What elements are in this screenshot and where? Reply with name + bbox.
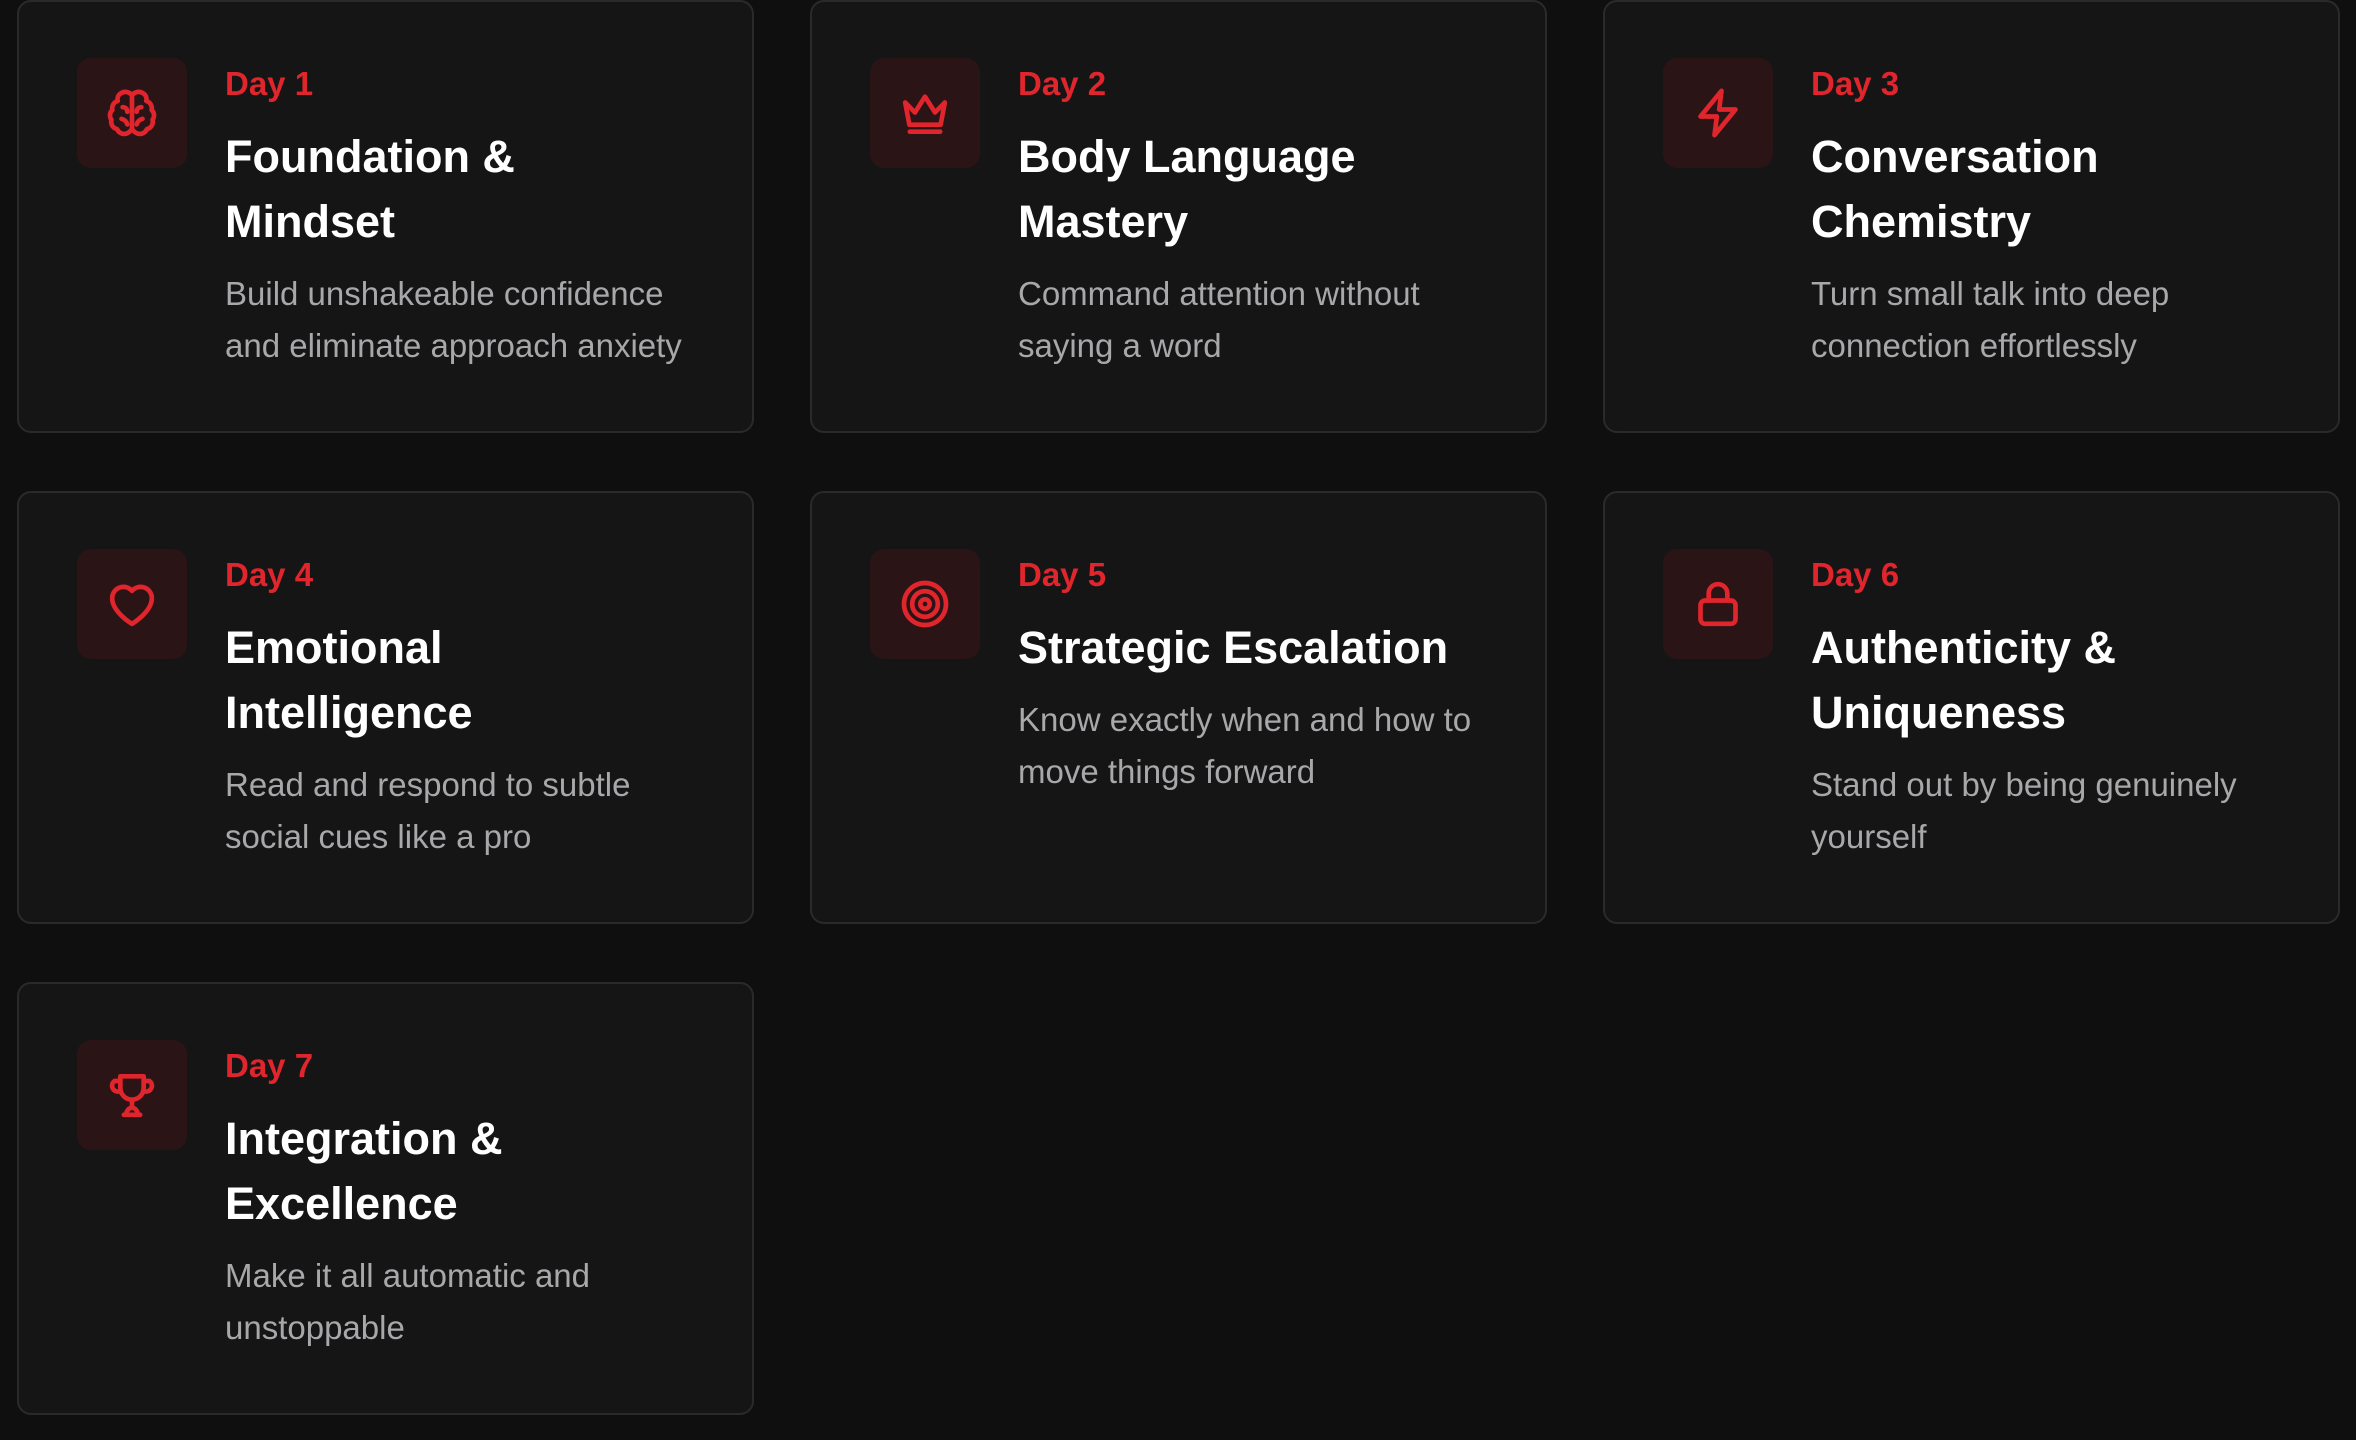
heart-icon: [109, 584, 155, 627]
card-title: Strategic Escalation: [1018, 622, 1449, 673]
card-content: Day 6 Authenticity & Uniqueness Stand ou…: [1811, 553, 2278, 863]
card-content: Day 7 Integration & Excellence Make it a…: [225, 1044, 692, 1354]
day-card-6: Day 6 Authenticity & Uniqueness Stand ou…: [1603, 491, 2340, 924]
card-title: Conversation Chemistry: [1811, 131, 2099, 247]
card-title: Body Language Mastery: [1018, 131, 1356, 247]
target-icon: [901, 580, 949, 628]
card-title: Authenticity & Uniqueness: [1811, 622, 2117, 738]
icon-tile: [1663, 58, 1773, 168]
icon-tile: [870, 549, 980, 659]
brain-icon: [107, 89, 157, 137]
card-description: Stand out by being genuinely yourself: [1811, 766, 2237, 855]
day-label: Day 6: [1811, 556, 1900, 593]
card-description: Turn small talk into deep connection eff…: [1811, 275, 2170, 364]
day-card-4: Day 4 Emotional Intelligence Read and re…: [17, 491, 754, 924]
icon-tile: [1663, 549, 1773, 659]
day-label: Day 5: [1018, 556, 1107, 593]
card-description: Command attention without saying a word: [1018, 275, 1420, 364]
card-title: Emotional Intelligence: [225, 622, 473, 738]
day-label: Day 2: [1018, 65, 1107, 102]
card-content: Day 3 Conversation Chemistry Turn small …: [1811, 62, 2278, 372]
card-description: Make it all automatic and unstoppable: [225, 1257, 591, 1346]
trophy-icon: [109, 1074, 155, 1118]
lock-icon: [1698, 581, 1738, 627]
day-card-2: Day 2 Body Language Mastery Command atte…: [810, 0, 1547, 433]
icon-tile: [77, 549, 187, 659]
card-description: Know exactly when and how to move things…: [1018, 701, 1472, 790]
card-content: Day 2 Body Language Mastery Command atte…: [1018, 62, 1485, 372]
day-card-7: Day 7 Integration & Excellence Make it a…: [17, 982, 754, 1415]
day-label: Day 3: [1811, 65, 1900, 102]
crown-icon: [902, 94, 948, 135]
day-card-5: Day 5 Strategic Escalation Know exactly …: [810, 491, 1547, 924]
day-label: Day 7: [225, 1047, 314, 1084]
card-description: Read and respond to subtle social cues l…: [225, 766, 631, 855]
day-label: Day 1: [225, 65, 314, 102]
icon-tile: [77, 1040, 187, 1150]
card-content: Day 5 Strategic Escalation Know exactly …: [1018, 553, 1485, 798]
day-card-3: Day 3 Conversation Chemistry Turn small …: [1603, 0, 2340, 433]
card-title: Integration & Excellence: [225, 1113, 503, 1229]
day-label: Day 4: [225, 556, 314, 593]
curriculum-grid: Day 1 Foundation & Mindset Build unshake…: [17, 0, 2340, 1415]
lightning-icon: [1698, 88, 1738, 138]
icon-tile: [870, 58, 980, 168]
card-title: Foundation & Mindset: [225, 131, 515, 247]
card-description: Build unshakeable confidence and elimina…: [225, 275, 682, 364]
day-card-1: Day 1 Foundation & Mindset Build unshake…: [17, 0, 754, 433]
icon-tile: [77, 58, 187, 168]
card-content: Day 4 Emotional Intelligence Read and re…: [225, 553, 692, 863]
card-content: Day 1 Foundation & Mindset Build unshake…: [225, 62, 692, 372]
